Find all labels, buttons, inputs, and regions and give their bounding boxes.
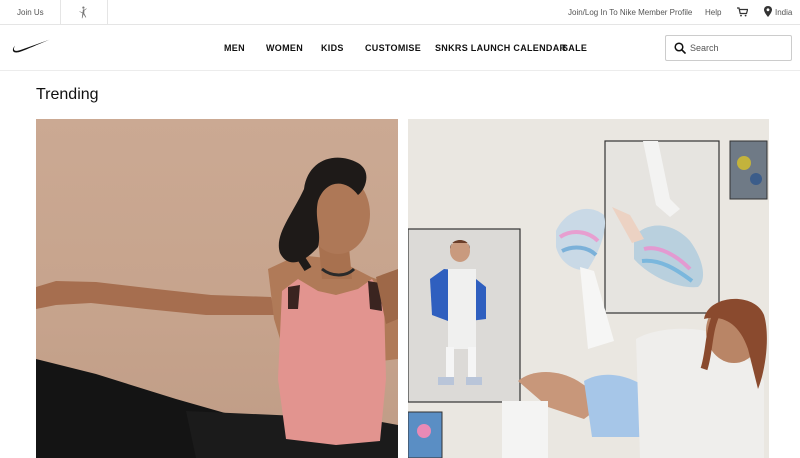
join-us-link[interactable]: Join Us	[17, 8, 44, 17]
trending-image-kids-collage[interactable]	[408, 119, 769, 458]
nav-item-kids[interactable]: KIDS	[321, 43, 365, 53]
section-title: Trending	[36, 86, 99, 103]
utility-bar: Join Us Join/Log In To Nike Member Profi…	[0, 0, 800, 25]
jordan-jumpman-icon[interactable]	[76, 6, 90, 19]
yoga-photo	[36, 157, 398, 458]
search-box[interactable]	[665, 35, 792, 61]
nav-item-men[interactable]: MEN	[224, 43, 266, 53]
primary-nav: MEN WOMEN KIDS CUSTOMISE SNKRS LAUNCH CA…	[224, 43, 587, 53]
search-input[interactable]	[690, 40, 786, 56]
divider	[60, 0, 61, 25]
nav-item-sale[interactable]: SALE	[562, 43, 587, 53]
main-header: MEN WOMEN KIDS CUSTOMISE SNKRS LAUNCH CA…	[0, 25, 800, 71]
help-link[interactable]: Help	[705, 8, 721, 17]
location-pin-icon[interactable]	[764, 6, 772, 17]
divider	[107, 0, 108, 25]
nav-item-snkrs-launch-calendar[interactable]: SNKRS LAUNCH CALENDAR	[435, 43, 566, 53]
cart-icon[interactable]	[737, 7, 748, 17]
trending-image-yoga[interactable]	[36, 119, 398, 458]
nike-swoosh-icon[interactable]	[12, 39, 50, 55]
search-icon	[674, 42, 686, 54]
nav-item-customise[interactable]: CUSTOMISE	[365, 43, 435, 53]
country-selector[interactable]: India	[775, 8, 792, 17]
collage-photo	[408, 140, 768, 458]
login-link[interactable]: Join/Log In To Nike Member Profile	[568, 8, 692, 17]
nav-item-women[interactable]: WOMEN	[266, 43, 321, 53]
